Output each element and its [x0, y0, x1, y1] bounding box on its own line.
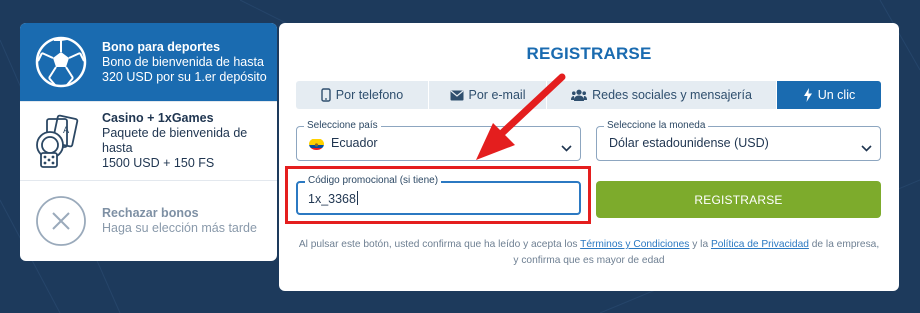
- ecuador-flag-icon: [309, 138, 324, 150]
- bonus-sports-desc-line1: Bono de bienvenida de hasta: [102, 54, 264, 69]
- privacy-link[interactable]: Política de Privacidad: [711, 239, 809, 250]
- tab-social-label: Redes sociales y mensajería: [592, 88, 752, 102]
- close-circle-icon: [32, 192, 90, 250]
- bonus-option-sports[interactable]: Bono para deportes Bono de bienvenida de…: [20, 23, 277, 102]
- tab-email[interactable]: Por e-mail: [429, 81, 547, 109]
- tab-one-click-label: Un clic: [817, 88, 856, 102]
- bonus-casino-title: Casino + 1xGames: [102, 111, 214, 125]
- chevron-down-icon: [561, 139, 572, 157]
- country-value: Ecuador: [331, 136, 378, 150]
- bonus-option-casino[interactable]: A Casino + 1xGames Paquete de bienvenida…: [20, 102, 277, 181]
- country-label: Seleccione país: [304, 120, 381, 132]
- bonus-selection-panel: Bono para deportes Bono de bienvenida de…: [20, 23, 277, 261]
- bonus-reject-desc: Haga su elección más tarde: [102, 221, 257, 235]
- tab-email-label: Por e-mail: [468, 88, 526, 102]
- tab-phone-label: Por telefono: [335, 88, 404, 102]
- tab-phone[interactable]: Por telefono: [296, 81, 429, 109]
- promo-code-value: 1x_3368: [308, 191, 358, 206]
- registration-method-tabs: Por telefono Por e-mail Redes sociales y…: [296, 81, 881, 109]
- registration-title: REGISTRARSE: [526, 44, 652, 63]
- currency-label: Seleccione la moneda: [604, 120, 709, 132]
- bonus-option-reject[interactable]: Rechazar bonos Haga su elección más tard…: [20, 181, 277, 261]
- tab-social[interactable]: Redes sociales y mensajería: [547, 81, 777, 109]
- svg-text:A: A: [63, 126, 70, 136]
- currency-value: Dólar estadounidense (USD): [609, 136, 769, 150]
- registration-form: REGISTRARSE Por telefono Por e-mail Rede…: [279, 23, 899, 291]
- bonus-casino-desc-line2: 1500 USD + 150 FS: [102, 156, 215, 170]
- casino-cards-dice-icon: A: [32, 112, 90, 170]
- users-icon: [571, 89, 588, 101]
- chevron-down-icon: [861, 139, 872, 157]
- tab-one-click[interactable]: Un clic: [777, 81, 881, 109]
- promo-code-label: Código promocional (si tiene): [305, 175, 442, 187]
- country-select[interactable]: Seleccione país Ecuador: [296, 120, 581, 161]
- promo-code-input[interactable]: Código promocional (si tiene) 1x_3368: [296, 175, 581, 215]
- bonus-casino-desc-line1: Paquete de bienvenida de hasta: [102, 126, 248, 155]
- phone-icon: [321, 88, 331, 102]
- bonus-reject-title: Rechazar bonos: [102, 206, 199, 220]
- currency-select[interactable]: Seleccione la moneda Dólar estadounidens…: [596, 120, 881, 161]
- terms-link[interactable]: Términos y Condiciones: [580, 239, 689, 250]
- envelope-icon: [450, 90, 464, 101]
- soccer-ball-icon: [32, 33, 90, 91]
- bonus-sports-desc-line2: 320 USD por su 1.er depósito: [102, 69, 267, 84]
- legal-notice: Al pulsar este botón, usted confirma que…: [298, 239, 880, 266]
- register-button[interactable]: REGISTRARSE: [596, 181, 881, 218]
- lightning-icon: [803, 88, 813, 102]
- bonus-sports-title: Bono para deportes: [102, 39, 221, 54]
